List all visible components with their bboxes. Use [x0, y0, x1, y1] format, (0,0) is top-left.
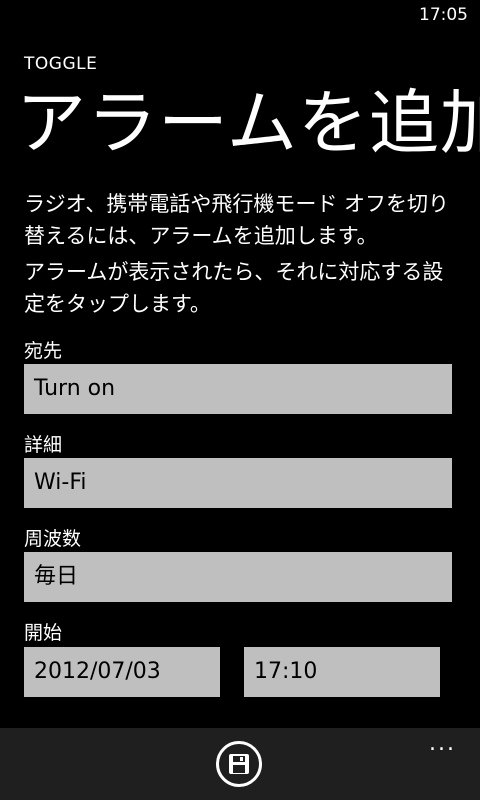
more-options-button[interactable]: ... [429, 733, 456, 755]
app-title: TOGGLE [24, 54, 98, 74]
start-label: 開始 [24, 622, 63, 644]
status-time: 17:05 [419, 5, 468, 25]
page-title: アラームを追加 [16, 82, 480, 164]
description-line-1: ラジオ、携帯電話や飛行機モード オフを切り替えるには、アラームを追加します。 [24, 192, 449, 248]
destination-label: 宛先 [24, 340, 63, 362]
frequency-picker[interactable]: 毎日 [24, 552, 452, 602]
save-button[interactable] [216, 741, 262, 787]
detail-label: 詳細 [24, 434, 63, 456]
app-bar: ... [0, 728, 480, 800]
frequency-label: 周波数 [24, 528, 82, 550]
destination-picker[interactable]: Turn on [24, 364, 452, 414]
start-date-picker[interactable]: 2012/07/03 [24, 647, 220, 697]
detail-picker[interactable]: Wi-Fi [24, 458, 452, 508]
save-icon [229, 754, 249, 774]
page-title-container: アラームを追加 [16, 78, 480, 168]
description-line-2: アラームが表示されたら、それに対応する設定をタップします。 [24, 260, 444, 316]
start-time-picker[interactable]: 17:10 [244, 647, 440, 697]
